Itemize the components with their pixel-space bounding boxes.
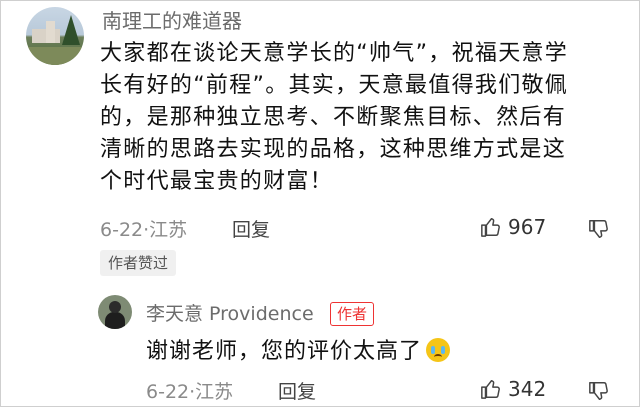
comment-line: 长有好的“前程”。其实，天意最值得我们敬佩 — [100, 73, 569, 98]
thumbs-up-icon[interactable] — [480, 216, 502, 238]
reply-like-count: 342 — [508, 377, 547, 401]
comment-line: 大家都在谈论天意学长的“帅气”，祝福天意学 — [100, 41, 569, 66]
reply-user-avatar[interactable] — [98, 295, 132, 329]
author-liked-badge: 作者赞过 — [100, 250, 177, 276]
comment-line: 清晰的思路去实现的品格，这种思维方式是这 — [100, 137, 567, 162]
user-avatar[interactable] — [26, 7, 84, 65]
thumbs-down-icon[interactable] — [588, 380, 610, 402]
comment-line: 的，是那种独立思考、不断聚焦目标、然后有 — [100, 105, 567, 130]
thumbs-up-icon[interactable] — [480, 378, 502, 400]
comment-line: 个时代最宝贵的财富！ — [100, 169, 334, 194]
comment-text: 大家都在谈论天意学长的“帅气”，祝福天意学 长有好的“前程”。其实，天意最值得我… — [100, 38, 620, 198]
crying-face-emoji-icon — [426, 338, 451, 362]
author-badge: 作者 — [330, 302, 375, 326]
thumbs-down-icon[interactable] — [588, 218, 610, 240]
reply-text-content: 谢谢老师，您的评价太高了 — [146, 339, 423, 364]
reply-date-location: 6-22·江苏 — [146, 381, 234, 403]
reply-text: 谢谢老师，您的评价太高了 — [146, 333, 451, 365]
reply-reply-button[interactable]: 回复 — [278, 377, 316, 404]
reply-button[interactable]: 回复 — [232, 215, 270, 242]
comment-username[interactable]: 南理工的难道器 — [102, 5, 242, 34]
comment-date-location: 6-22·江苏 — [100, 219, 188, 241]
reply-username[interactable]: 李天意 Providence — [146, 299, 314, 326]
like-count: 967 — [508, 215, 547, 239]
